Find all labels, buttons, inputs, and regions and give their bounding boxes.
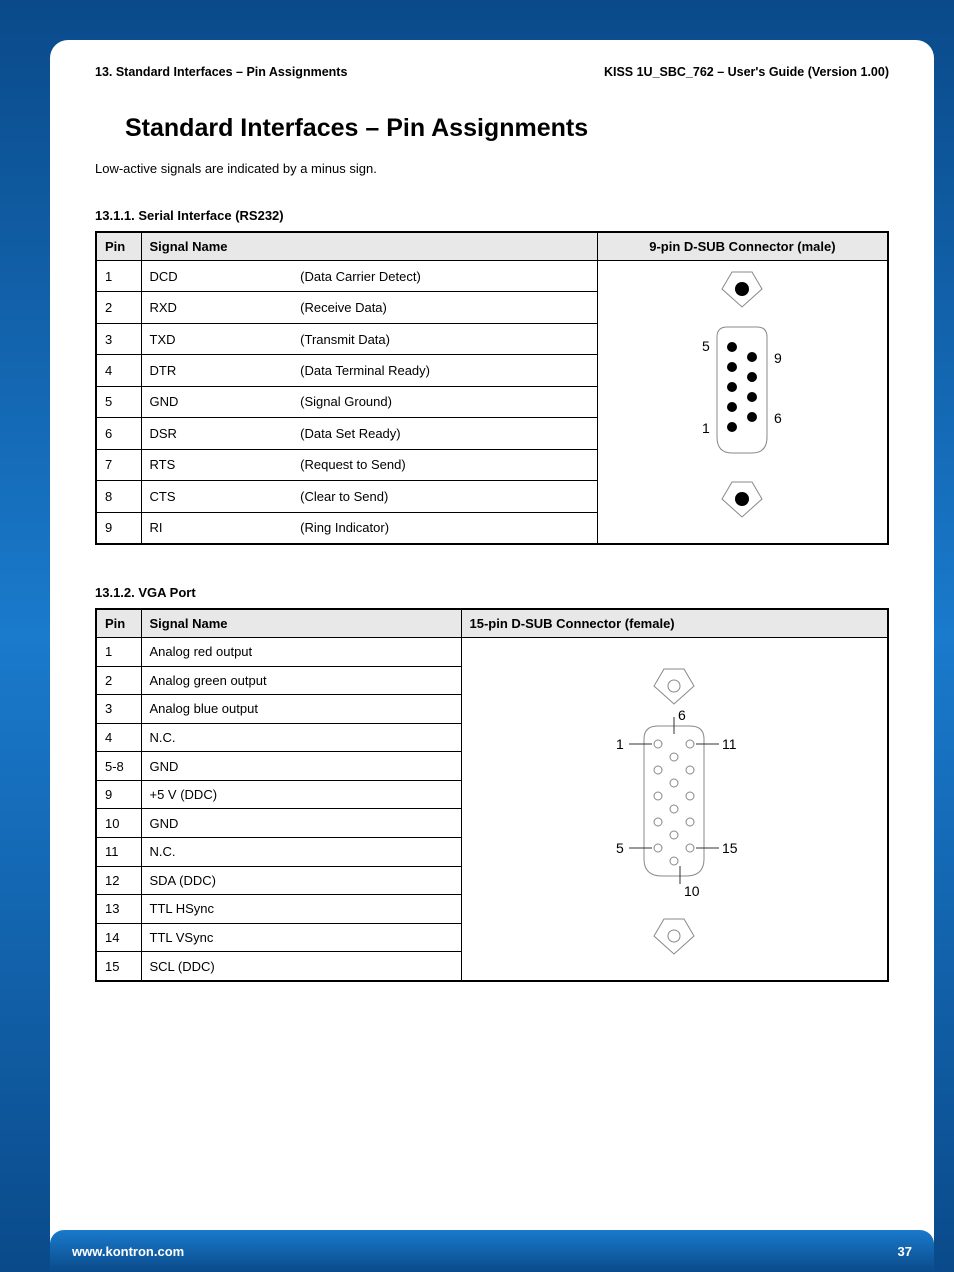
- signal-cell: Analog red output: [141, 638, 461, 667]
- label-pin1: 1: [616, 736, 624, 752]
- table-row: 1 Analog red output: [96, 638, 888, 667]
- label-pin1: 1: [702, 420, 710, 436]
- footer-url: www.kontron.com: [72, 1244, 184, 1259]
- running-header: 13. Standard Interfaces – Pin Assignment…: [95, 65, 889, 79]
- header-left: 13. Standard Interfaces – Pin Assignment…: [95, 65, 347, 79]
- col-signal: Signal Name: [141, 609, 461, 638]
- col-pin: Pin: [96, 232, 141, 261]
- serial-heading: 13.1.1. Serial Interface (RS232): [95, 208, 889, 223]
- page-footer: www.kontron.com 37: [50, 1230, 934, 1272]
- label-pin10: 10: [684, 883, 700, 899]
- pin-cell: 1: [96, 261, 141, 292]
- vga-table: Pin Signal Name 15-pin D-SUB Connector (…: [95, 608, 889, 982]
- label-pin11: 11: [722, 736, 737, 752]
- label-pin6: 6: [678, 707, 686, 723]
- db9-male-diagram: 5 1 9 6: [662, 267, 822, 537]
- label-pin5: 5: [702, 338, 710, 354]
- label-pin6: 6: [774, 410, 782, 426]
- intro-text: Low-active signals are indicated by a mi…: [95, 161, 889, 176]
- label-pin5: 5: [616, 840, 624, 856]
- col-pin: Pin: [96, 609, 141, 638]
- vga-diagram: 1 5 6 10 11 15: [461, 638, 888, 982]
- col-diagram: 15-pin D-SUB Connector (female): [461, 609, 888, 638]
- col-signal: Signal Name: [141, 232, 597, 261]
- header-right: KISS 1U_SBC_762 – User's Guide (Version …: [604, 65, 889, 79]
- serial-table: Pin Signal Name 9-pin D-SUB Connector (m…: [95, 231, 889, 545]
- page-title: Standard Interfaces – Pin Assignments: [125, 114, 889, 143]
- serial-diagram: 5 1 9 6: [597, 261, 888, 545]
- page: 13. Standard Interfaces – Pin Assignment…: [50, 40, 934, 1272]
- footer-page-number: 37: [898, 1244, 912, 1259]
- db15-female-diagram: 1 5 6 10 11 15: [574, 644, 774, 974]
- table-row: 1 DCD (Data Carrier Detect): [96, 261, 888, 292]
- signal-abbr: DCD: [141, 261, 292, 292]
- label-pin15: 15: [722, 840, 738, 856]
- vga-heading: 13.1.2. VGA Port: [95, 585, 889, 600]
- col-diagram: 9-pin D-SUB Connector (male): [597, 232, 888, 261]
- signal-desc: (Data Carrier Detect): [292, 261, 597, 292]
- pin-cell: 1: [96, 638, 141, 667]
- label-pin9: 9: [774, 350, 782, 366]
